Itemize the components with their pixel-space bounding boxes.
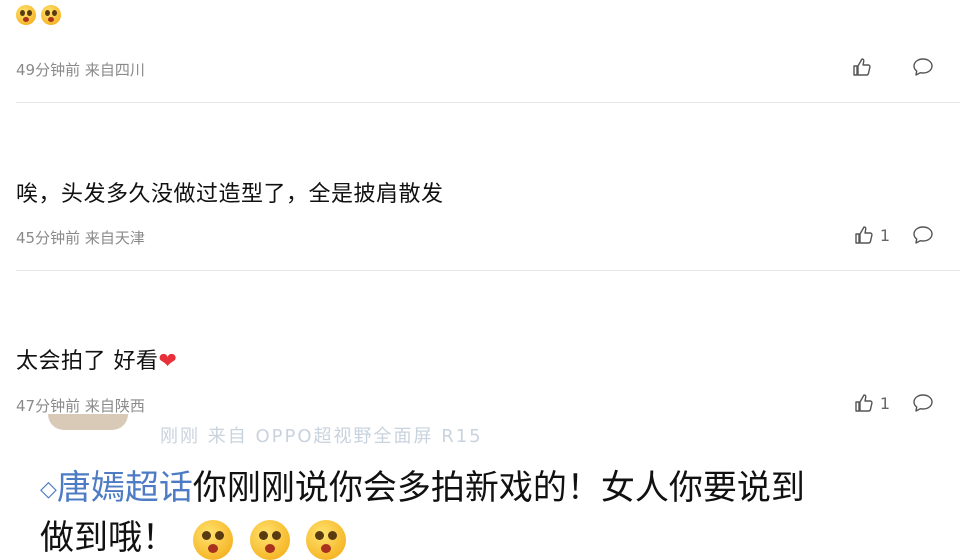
comment-text: 唉，头发多久没做过造型了，全是披肩散发: [16, 182, 444, 207]
comment-meta-3: 47分钟前 来自陕西: [16, 395, 145, 416]
excited-emoji-icon: [249, 519, 290, 560]
faded-meta-text: 刚刚 来自 OPPO超视野全面屏 R15: [160, 426, 483, 447]
post-text-line-2: 做到哦！: [40, 510, 347, 560]
like-button[interactable]: [852, 57, 872, 77]
post-text-line-1: ◇唐嫣超话你刚刚说你会多拍新戏的！女人你要说到: [40, 460, 805, 509]
comment-time: 47分钟前: [16, 397, 81, 415]
comment-item-3: 太会拍了 好看❤: [16, 343, 960, 375]
comment-reply-button[interactable]: [912, 225, 934, 245]
comment-text: 太会拍了 好看: [16, 349, 159, 374]
heart-icon: ❤: [158, 349, 177, 374]
like-count: 1: [879, 393, 890, 413]
comment-meta-2: 45分钟前 来自天津: [16, 227, 145, 248]
like-count: 1: [879, 225, 890, 245]
comment-location: 来自四川: [84, 61, 145, 79]
super-topic-diamond-icon: ◇: [40, 477, 57, 502]
overlay-post: 刚刚 来自 OPPO超视野全面屏 R15 ◇唐嫣超话你刚刚说你会多拍新戏的！女人…: [0, 414, 960, 560]
comment-time: 45分钟前: [16, 229, 81, 247]
comment-item-2: 唉，头发多久没做过造型了，全是披肩散发: [16, 176, 960, 208]
post-text: 做到哦！: [40, 518, 176, 558]
comment-actions-3: 1: [854, 393, 934, 413]
comment-item-1: [16, 4, 960, 25]
comment-reply-button[interactable]: [912, 393, 934, 413]
comment-meta-1: 49分钟前 来自四川: [16, 59, 145, 80]
comment-actions-1: [852, 57, 934, 77]
post-text: 你刚刚说你会多拍新戏的！女人你要说到: [192, 468, 805, 508]
excited-emoji-icon: [192, 519, 233, 560]
thumbs-up-icon: [852, 57, 872, 77]
shocked-emoji-icon: [16, 4, 36, 25]
super-topic-link[interactable]: 唐嫣超话: [57, 468, 193, 508]
comment-actions-2: 1: [854, 225, 934, 245]
thumbs-up-icon: [854, 225, 874, 245]
thumbs-up-icon: [854, 393, 874, 413]
divider: [16, 270, 960, 271]
comment-reply-button[interactable]: [912, 57, 934, 77]
comment-time: 49分钟前: [16, 61, 81, 79]
like-button[interactable]: 1: [854, 225, 890, 245]
like-button[interactable]: 1: [854, 393, 890, 413]
divider: [16, 102, 960, 103]
shocked-emoji-icon: [41, 4, 62, 25]
avatar: [48, 414, 128, 430]
comment-location: 来自陕西: [84, 397, 145, 415]
excited-emoji-icon: [306, 519, 347, 560]
comment-location: 来自天津: [84, 229, 145, 247]
